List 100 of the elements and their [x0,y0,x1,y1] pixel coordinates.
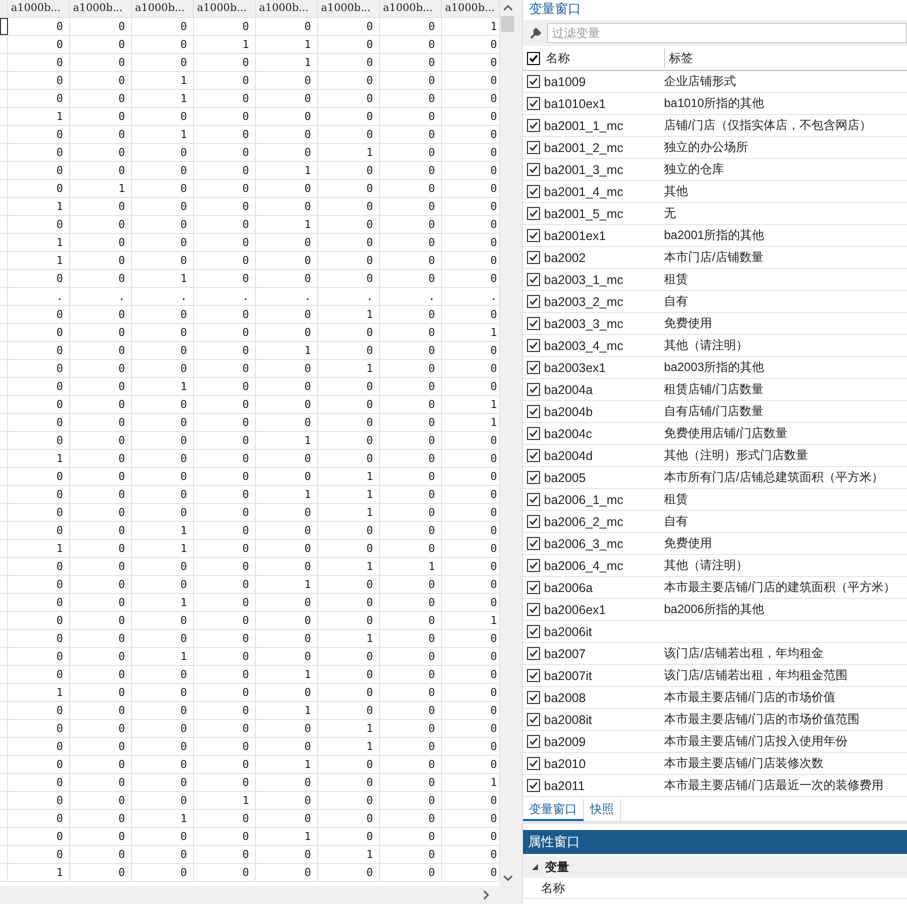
checkbox[interactable] [527,295,540,308]
expand-triangle-icon[interactable] [531,863,539,871]
checkbox[interactable] [527,625,540,638]
table-cell: 0 [8,522,70,539]
table-cell: 0 [380,540,442,557]
table-cell: 0 [8,504,70,521]
checkbox[interactable] [527,163,540,176]
checkbox[interactable] [527,647,540,660]
table-cell: 0 [380,612,442,629]
table-cell: 0 [8,324,70,341]
checkbox[interactable] [527,559,540,572]
checkbox[interactable] [527,119,540,132]
table-cell: 0 [70,144,132,161]
column-header[interactable]: a1000b... [256,0,318,17]
checkbox[interactable] [527,581,540,594]
column-header[interactable]: a1000b... [318,0,380,17]
checkbox[interactable] [527,603,540,616]
checkbox[interactable] [527,669,540,682]
table-cell: 0 [70,612,132,629]
table-cell: 0 [256,270,318,287]
table-cell: 0 [132,612,194,629]
checkbox[interactable] [527,75,540,88]
filter-field[interactable]: 过滤变量 [547,23,907,43]
table-cell: 0 [132,216,194,233]
table-cell: 0 [132,756,194,773]
checkbox[interactable] [527,493,540,506]
checkbox[interactable] [527,471,540,484]
table-cell: 1 [256,828,318,845]
table-cell: 0 [8,648,70,665]
horizontal-scrollbar[interactable] [0,886,515,904]
checkbox[interactable] [527,537,540,550]
scroll-right-icon[interactable] [483,890,489,900]
tab[interactable]: 变量窗口 [523,799,584,821]
checkbox[interactable] [527,141,540,154]
checkbox[interactable] [527,317,540,330]
table-cell: 0 [256,450,318,467]
table-cell: 0 [8,90,70,107]
table-cell: 0 [70,234,132,251]
variable-label: 该门店/店铺若出租，年均租金范围 [664,667,848,684]
table-cell: 0 [380,684,442,701]
tab[interactable]: 快照 [584,799,621,821]
table-cell: 0 [70,684,132,701]
column-header[interactable]: a1000b... [380,0,442,17]
checkbox[interactable] [527,405,540,418]
checkbox[interactable] [527,515,540,528]
checkbox[interactable] [527,97,540,110]
checkbox[interactable] [527,339,540,352]
table-cell: 0 [256,72,318,89]
checkbox[interactable] [527,207,540,220]
scroll-up-icon[interactable] [502,5,512,11]
checkbox[interactable] [527,779,540,792]
checkbox[interactable] [527,427,540,440]
column-header[interactable]: a1000b... [8,0,70,17]
table-cell: 0 [194,756,256,773]
table-cell: 0 [318,36,380,53]
table-cell: 0 [132,666,194,683]
table-cell: 0 [318,522,380,539]
checkbox[interactable] [527,185,540,198]
table-cell: 1 [256,162,318,179]
checkbox[interactable] [527,691,540,704]
variable-name: ba2010 [544,756,587,770]
table-cell: 0 [194,468,256,485]
checkbox[interactable] [527,251,540,264]
checkbox[interactable] [527,713,540,726]
checkbox[interactable] [527,273,540,286]
table-cell: 0 [194,738,256,755]
variable-name: ba2001_1_mc [544,118,624,132]
table-cell: 0 [132,630,194,647]
table-cell: 0 [318,108,380,125]
table-cell: 0 [194,414,256,431]
checkbox[interactable] [527,757,540,770]
table-cell: 0 [194,180,256,197]
group-label: 变量 [545,858,569,876]
table-cell: 0 [132,180,194,197]
checkbox[interactable] [527,229,540,242]
column-header[interactable]: a1000b... [194,0,256,17]
checkbox[interactable] [527,52,540,64]
column-header[interactable]: 名称 [544,48,665,68]
table-cell: 0 [132,414,194,431]
checkbox[interactable] [527,735,540,748]
checkbox[interactable] [527,449,540,462]
variable-name: ba2004b [544,404,594,418]
table-cell: 0 [380,810,442,827]
scrollbar-thumb[interactable] [501,16,514,32]
variable-name: ba2007 [544,646,587,660]
scroll-down-icon[interactable] [502,875,512,881]
wrench-icon[interactable] [529,26,543,40]
column-header[interactable]: a1000b... [132,0,194,17]
variable-label: 本市最主要店铺/门店的市场价值 [664,689,836,706]
table-cell: 0 [70,648,132,665]
table-cell: 0 [194,234,256,251]
table-cell: 0 [70,594,132,611]
table-cell: 0 [70,126,132,143]
column-header[interactable]: a1000b... [70,0,132,17]
checkbox[interactable] [527,361,540,374]
table-cell: 0 [256,810,318,827]
column-header[interactable]: 标签 [665,50,693,66]
variable-label: 其他（请注明） [664,557,748,574]
checkbox[interactable] [527,383,540,396]
table-cell: 0 [318,216,380,233]
